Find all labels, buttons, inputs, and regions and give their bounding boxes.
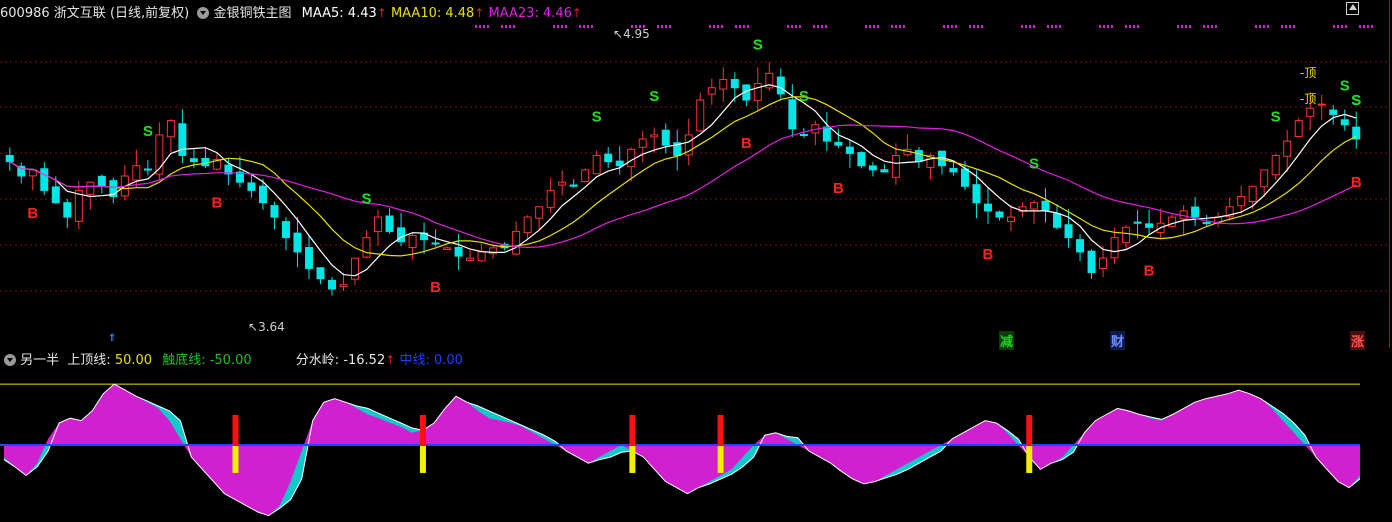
maa23-label: MAA23: 4.46 bbox=[488, 6, 572, 21]
bottom-line-label: 触底线: bbox=[162, 353, 206, 368]
period-label: (日线,前复权) bbox=[109, 6, 190, 21]
low-price-value: 3.64 bbox=[258, 320, 285, 334]
event-mark-text: 财 bbox=[1111, 335, 1125, 350]
maa5-label: MAA5: 4.43 bbox=[301, 6, 377, 21]
stock-name: 浙文互联 bbox=[53, 6, 106, 21]
divide-value: -16.52 bbox=[343, 353, 386, 368]
maximize-icon[interactable] bbox=[1346, 2, 1359, 15]
bottom-line-value: -50.00 bbox=[209, 353, 252, 368]
signal-bar-yellow bbox=[1026, 445, 1033, 473]
signal-bar-yellow bbox=[717, 445, 724, 473]
signal-bar-red bbox=[629, 414, 636, 445]
event-mark-finance[interactable]: 财 bbox=[1110, 331, 1126, 350]
signal-bar-yellow bbox=[232, 445, 239, 473]
signal-bar-red bbox=[717, 414, 724, 445]
indicator-dropdown-icon[interactable] bbox=[4, 354, 16, 366]
up-arrow-icon: ↑ bbox=[385, 353, 396, 367]
indicator-dropdown-icon[interactable] bbox=[197, 7, 210, 19]
sub-indicator-name[interactable]: 另一半 bbox=[20, 353, 59, 368]
signal-bar-yellow bbox=[629, 445, 636, 473]
event-mark-reduce[interactable]: 减 bbox=[999, 331, 1015, 350]
sub-indicator-chart bbox=[0, 383, 1361, 517]
up-arrow-icon: ↑ bbox=[376, 6, 387, 20]
low-price-label: ↖3.64 bbox=[248, 320, 285, 334]
signal-bar-yellow bbox=[419, 445, 426, 473]
main-indicator-name[interactable]: 金银铜铁主图 bbox=[214, 6, 292, 21]
event-mark-rise[interactable]: 涨 bbox=[1350, 331, 1366, 350]
stock-code: 600986 bbox=[0, 6, 50, 21]
mid-line-value: 0.00 bbox=[433, 353, 463, 368]
top-line-label: 上顶线: bbox=[67, 353, 111, 368]
signal-bar-red bbox=[232, 414, 239, 445]
mid-line-label: 中线: bbox=[399, 353, 430, 368]
top-line-value: 50.00 bbox=[114, 353, 153, 368]
main-header: 600986 浙文互联 (日线,前复权) 金银铜铁主图 MAA5: 4.43↑ … bbox=[0, 4, 582, 22]
event-arrow-icon: ⇑ bbox=[108, 333, 117, 344]
high-price-label: ↖4.95 bbox=[613, 27, 650, 41]
sub-header: 另一半 上顶线: 50.00 触底线: -50.00 分水岭: -16.52↑ … bbox=[0, 351, 463, 369]
divide-label: 分水岭: bbox=[295, 353, 340, 368]
signal-bar-red bbox=[419, 414, 426, 445]
up-arrow-icon: ↑ bbox=[474, 6, 485, 20]
maa10-label: MAA10: 4.48 bbox=[390, 6, 475, 21]
up-arrow-icon: ↑ bbox=[571, 6, 582, 20]
stock-chart-window: S S S S S S S S S S S B B B B B B B B -顶 -顶 600986 浙文互联 (日线,… bbox=[0, 0, 1392, 522]
high-price-value: 4.95 bbox=[623, 27, 650, 41]
event-mark-text: 涨 bbox=[1351, 335, 1365, 350]
signal-bar-red bbox=[1026, 414, 1033, 445]
magenta-area bbox=[4, 384, 1360, 516]
event-mark-text: 减 bbox=[1000, 335, 1014, 350]
